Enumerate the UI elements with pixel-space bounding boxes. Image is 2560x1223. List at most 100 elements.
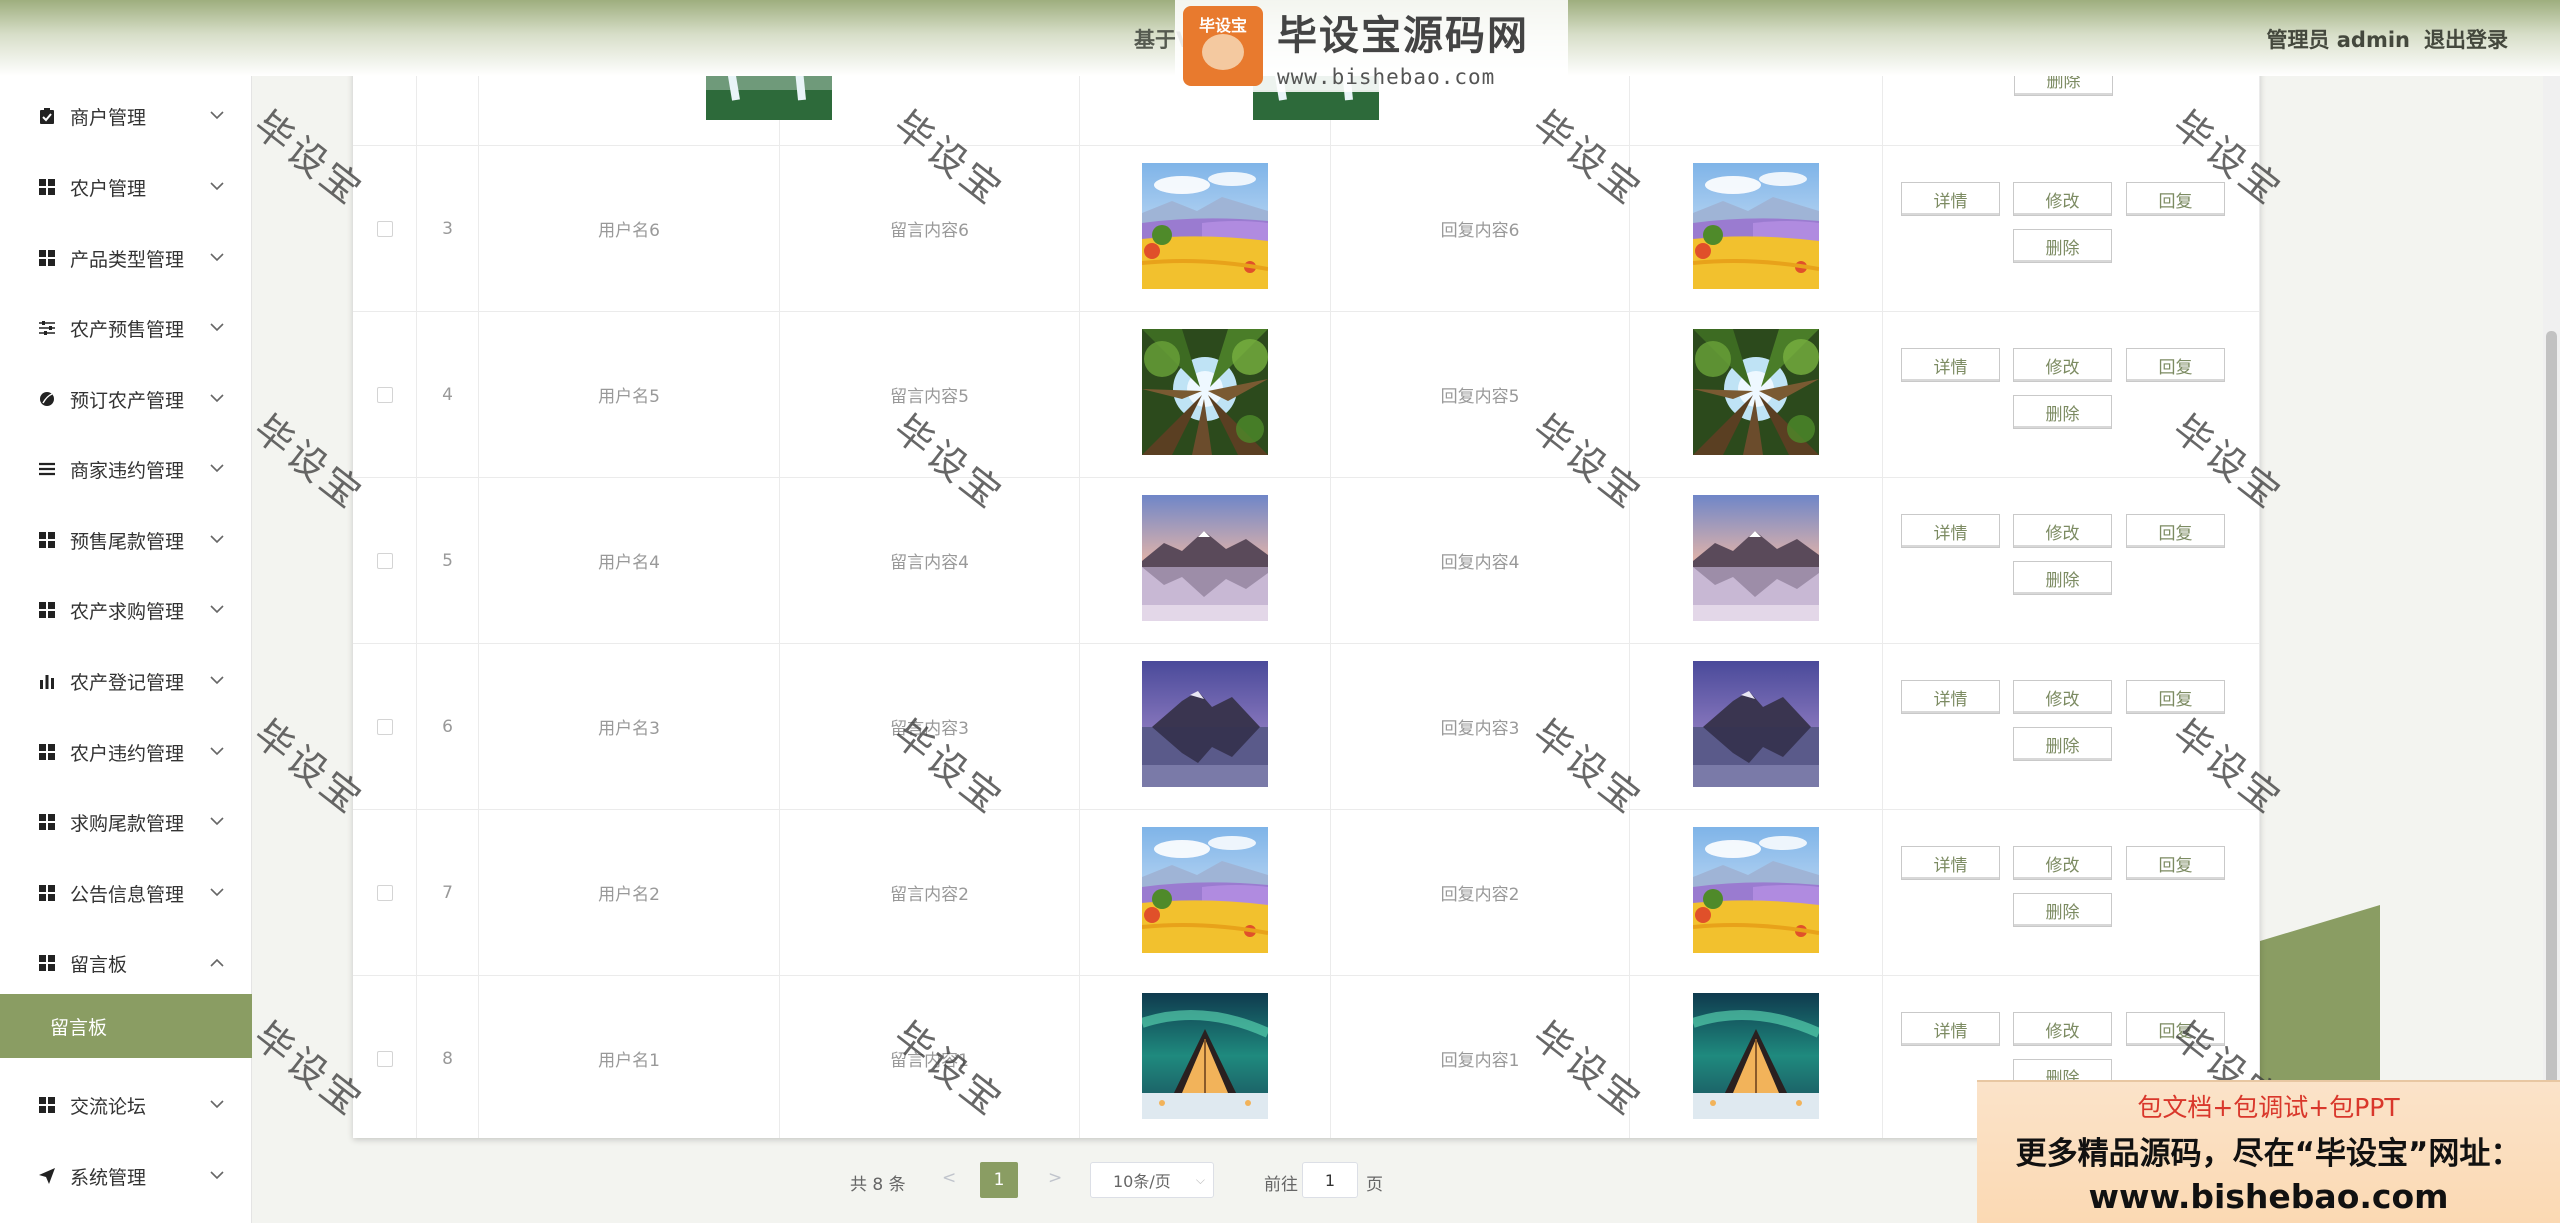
row-checkbox[interactable] — [376, 1050, 393, 1067]
ad-banner[interactable]: 包文档+包调试+包PPT 更多精品源码，尽在“毕设宝”网址： www.bishe… — [1977, 1080, 2560, 1223]
select-cell — [353, 478, 417, 643]
reply-button[interactable]: 回复 — [2126, 680, 2225, 714]
sidebar-item[interactable]: 农产登记管理 — [0, 651, 252, 711]
sidebar-subitem-message-board[interactable]: 留言板 — [0, 994, 252, 1058]
reply-cell: 回复内容1 — [1331, 976, 1630, 1138]
edit-button[interactable]: 修改 — [2013, 348, 2112, 382]
detail-button[interactable]: 详情 — [1901, 182, 2000, 216]
chevron-down-icon — [210, 673, 224, 689]
watermark-logo: 毕设宝 毕设宝源码网 www.bishebao.com — [1175, 0, 1568, 92]
reply-button[interactable]: 回复 — [2126, 1012, 2225, 1046]
sidebar-item-label: 农户管理 — [70, 177, 147, 200]
select-cell — [353, 976, 417, 1138]
grid-icon — [38, 884, 56, 902]
select-cell — [353, 312, 417, 477]
ad-line-2: 更多精品源码，尽在“毕设宝”网址： — [2015, 1136, 2522, 1172]
sidebar-item[interactable]: 农户违约管理 — [0, 722, 252, 782]
sidebar-item-label: 农产登记管理 — [70, 671, 185, 694]
detail-button[interactable]: 详情 — [1901, 1012, 2000, 1046]
detail-button[interactable]: 详情 — [1901, 846, 2000, 880]
detail-button[interactable]: 详情 — [1901, 680, 2000, 714]
message-image-cell — [1080, 478, 1331, 643]
sidebar-item[interactable]: 农户管理 — [0, 157, 252, 217]
reply-button[interactable]: 回复 — [2126, 846, 2225, 880]
sidebar: 商户管理 农户管理 产品类型管理 农产预售管理 预订农产管理 商家违约管理 预售尾款管理 农产… — [0, 76, 252, 1223]
thumbnail-image — [1141, 163, 1269, 294]
edit-button[interactable]: 修改 — [2013, 182, 2112, 216]
edit-button[interactable]: 修改 — [2013, 680, 2112, 714]
row-checkbox[interactable] — [376, 884, 393, 901]
page-number-current[interactable]: 1 — [980, 1162, 1018, 1198]
sidebar-item[interactable]: 农产求购管理 — [0, 580, 252, 640]
sidebar-item-label: 交流论坛 — [70, 1095, 147, 1118]
thumbnail-image — [1142, 495, 1268, 626]
sidebar-item[interactable]: 产品类型管理 — [0, 228, 252, 288]
chevron-down-icon — [210, 461, 224, 477]
sidebar-item[interactable]: 农产预售管理 — [0, 298, 252, 358]
message-image-cell — [1080, 976, 1331, 1138]
edit-button[interactable]: 修改 — [2013, 1012, 2112, 1046]
thumbnail-image — [1692, 827, 1820, 958]
goto-page-input[interactable]: 1 — [1302, 1162, 1358, 1198]
grid-icon — [38, 249, 56, 267]
next-page-button[interactable]: > — [1048, 1168, 1062, 1188]
leaf-icon — [38, 390, 56, 408]
chevron-up-icon — [210, 955, 224, 971]
delete-button[interactable]: 删除 — [2013, 395, 2112, 429]
grid-icon — [38, 954, 56, 972]
sidebar-item[interactable]: 商户管理 — [0, 86, 252, 146]
prev-page-button[interactable]: < — [942, 1168, 956, 1188]
chevron-down-icon — [210, 1097, 224, 1113]
sidebar-item-label: 商家违约管理 — [70, 459, 185, 482]
message-cell: 留言内容6 — [780, 146, 1080, 311]
message-table: 删除 3 用户名6 留言内容6 回复内容6 详情 修改回复 删除 4 用户名5 … — [353, 40, 2260, 1138]
edit-button[interactable]: 修改 — [2013, 514, 2112, 548]
page-scrollbar[interactable] — [2543, 76, 2560, 1223]
sidebar-item-label: 产品类型管理 — [70, 248, 185, 271]
sidebar-item[interactable]: 预订农产管理 — [0, 369, 252, 429]
row-checkbox[interactable] — [376, 718, 393, 735]
chevron-down-icon — [210, 602, 224, 618]
reply-button[interactable]: 回复 — [2126, 348, 2225, 382]
bar-chart-icon — [38, 672, 56, 690]
row-checkbox[interactable] — [376, 220, 393, 237]
sidebar-subitem-label: 留言板 — [50, 1016, 108, 1039]
detail-button[interactable]: 详情 — [1901, 348, 2000, 382]
operations-cell: 详情 修改 回复 删除 — [1883, 810, 2260, 975]
row-checkbox[interactable] — [376, 386, 393, 403]
grid-icon — [38, 601, 56, 619]
delete-button[interactable]: 删除 — [2013, 561, 2112, 595]
delete-button[interactable]: 删除 — [2013, 893, 2112, 927]
message-cell: 留言内容2 — [780, 810, 1080, 975]
table-row: 8 用户名1 留言内容1 回复内容1 详情 修改 回复 删除 — [353, 976, 2260, 1138]
detail-button[interactable]: 详情 — [1901, 514, 2000, 548]
page-size-select[interactable]: 10条/页 ⌵ — [1090, 1162, 1214, 1198]
delete-button[interactable]: 删除 — [2013, 727, 2112, 761]
sidebar-item[interactable]: 公告信息管理 — [0, 863, 252, 923]
reply-button[interactable]: 回复 — [2126, 514, 2225, 548]
sidebar-item[interactable]: 留言板 — [0, 933, 252, 993]
sidebar-item[interactable]: 商家违约管理 — [0, 439, 252, 499]
index-cell: 5 — [417, 478, 479, 643]
admin-label: 管理员 admin — [2266, 28, 2410, 52]
sidebar-item[interactable]: 交流论坛 — [0, 1075, 252, 1135]
reply-cell: 回复内容6 — [1331, 146, 1630, 311]
sidebar-item[interactable]: 系统管理 — [0, 1146, 252, 1206]
reply-image-cell — [1630, 312, 1883, 477]
edit-button[interactable]: 修改 — [2013, 846, 2112, 880]
chevron-down-icon — [210, 532, 224, 548]
scrollbar-thumb[interactable] — [2546, 331, 2557, 1158]
reply-button[interactable]: 回复 — [2126, 182, 2225, 216]
table-row: 5 用户名4 留言内容4 回复内容4 详情 修改 回复 删除 — [353, 478, 2260, 644]
sidebar-item-label: 农户违约管理 — [70, 742, 185, 765]
sidebar-item-label: 预售尾款管理 — [70, 530, 185, 553]
row-checkbox[interactable] — [376, 552, 393, 569]
sidebar-item[interactable]: 预售尾款管理 — [0, 510, 252, 570]
reply-image-cell — [1630, 644, 1883, 809]
username-cell: 用户名5 — [479, 312, 780, 477]
logout-link[interactable]: 退出登录 — [2424, 24, 2508, 54]
sidebar-item[interactable]: 求购尾款管理 — [0, 792, 252, 852]
chevron-down-icon: ⌵ — [1195, 1172, 1205, 1187]
delete-button[interactable]: 删除 — [2013, 229, 2112, 263]
index-cell: 3 — [417, 146, 479, 311]
